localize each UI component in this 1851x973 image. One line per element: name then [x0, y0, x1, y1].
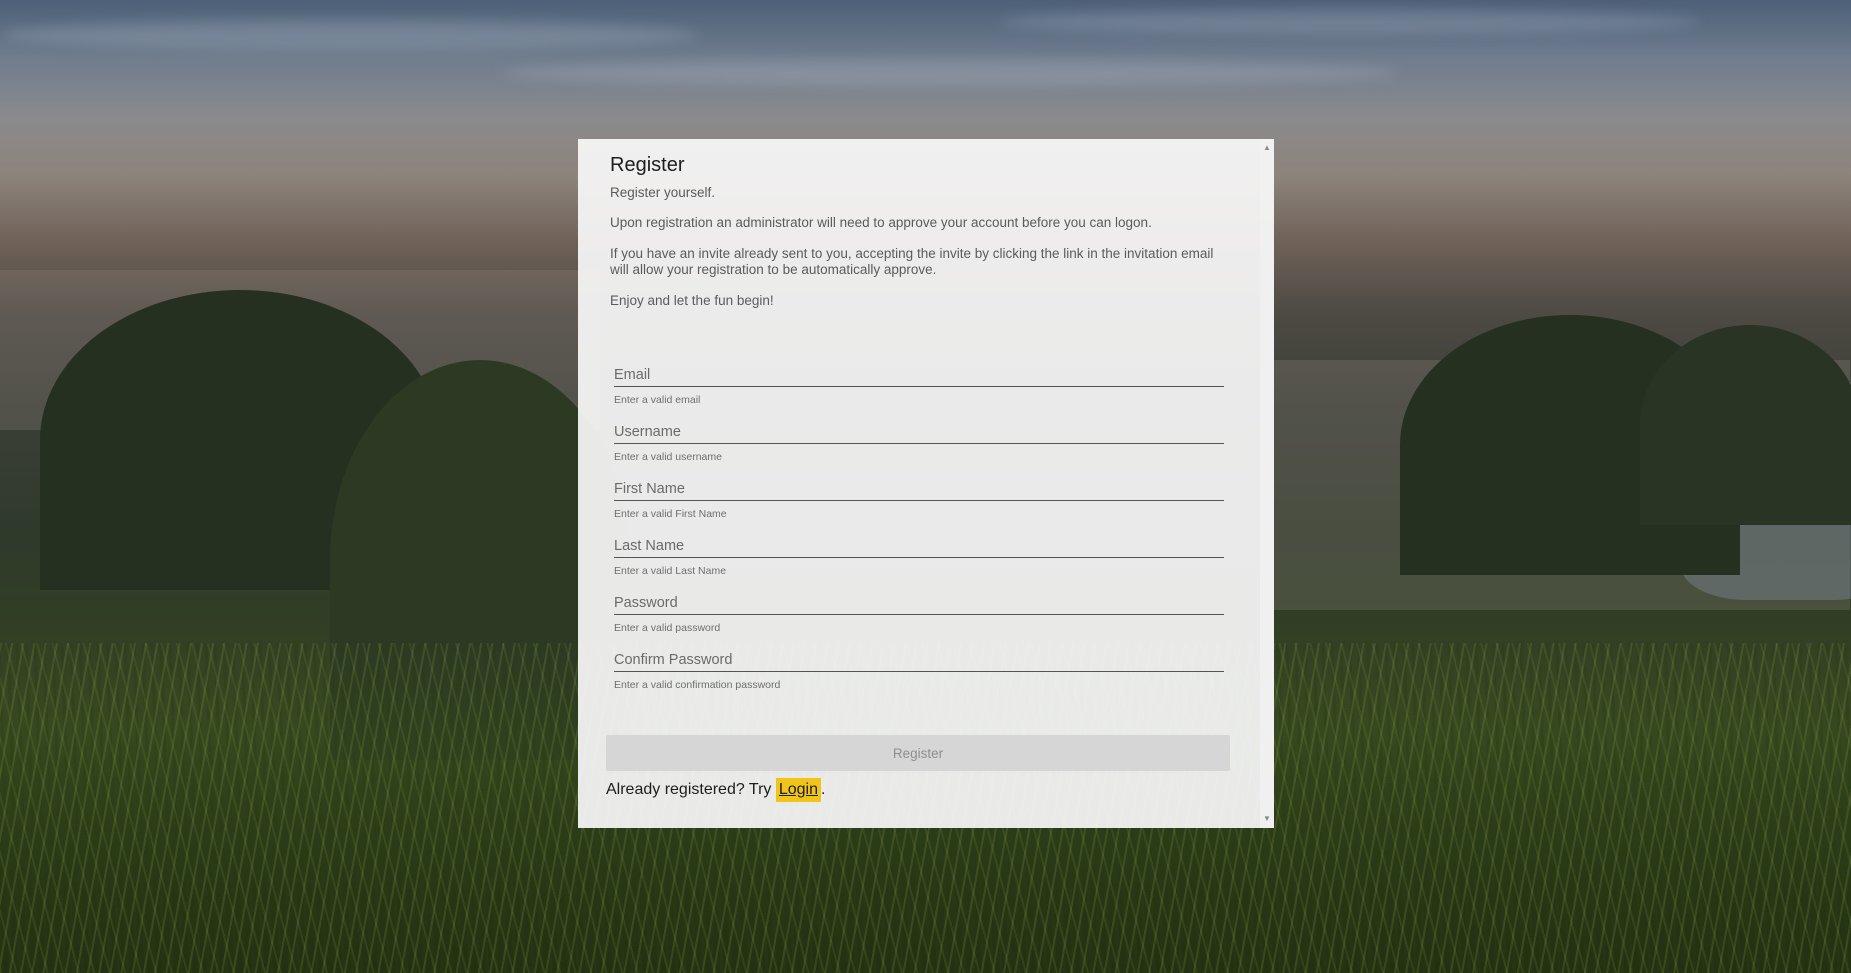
scroll-up-icon[interactable]: ▲ [1260, 141, 1274, 155]
first-name-field[interactable] [614, 475, 1224, 501]
confirm-password-field-group: Enter a valid confirmation password [614, 646, 1224, 703]
login-link[interactable]: Login [775, 778, 822, 802]
first-name-hint: Enter a valid First Name [614, 508, 727, 520]
email-field-group: Enter a valid email [614, 361, 1224, 418]
invite-note: If you have an invite already sent to yo… [610, 246, 1214, 277]
username-field[interactable] [614, 418, 1224, 444]
last-name-hint: Enter a valid Last Name [614, 565, 727, 577]
login-prompt: Already registered? Try Login. [606, 776, 825, 804]
confirm-password-field[interactable] [614, 646, 1224, 672]
password-field-group: Enter a valid password [614, 589, 1224, 646]
password-hint: Enter a valid password [614, 622, 721, 634]
email-field[interactable] [614, 361, 1224, 387]
email-hint: Enter a valid email [614, 394, 701, 406]
login-prompt-period: . [821, 781, 826, 798]
already-registered-text: Already registered? Try [606, 781, 776, 798]
confirm-password-hint: Enter a valid confirmation password [614, 679, 781, 691]
last-name-field-group: Enter a valid Last Name [614, 532, 1224, 589]
modal-scrollbar[interactable]: ▲ ▼ [1260, 139, 1274, 828]
username-field-group: Enter a valid username [614, 418, 1224, 475]
password-field[interactable] [614, 589, 1224, 615]
welcome-note: Enjoy and let the fun begin! [610, 293, 774, 308]
first-name-field-group: Enter a valid First Name [614, 475, 1224, 532]
modal-subtitle: Register yourself. [610, 185, 716, 200]
modal-content: Register Register yourself. Upon registr… [610, 153, 1230, 324]
username-hint: Enter a valid username [614, 451, 722, 463]
register-button[interactable]: Register [606, 735, 1230, 771]
last-name-field[interactable] [614, 532, 1224, 558]
modal-title: Register [610, 154, 685, 176]
register-modal: Register Register yourself. Upon registr… [578, 139, 1274, 828]
scroll-down-icon[interactable]: ▼ [1260, 812, 1274, 826]
register-form: Enter a valid email Enter a valid userna… [614, 361, 1224, 703]
approval-note: Upon registration an administrator will … [610, 215, 1152, 230]
